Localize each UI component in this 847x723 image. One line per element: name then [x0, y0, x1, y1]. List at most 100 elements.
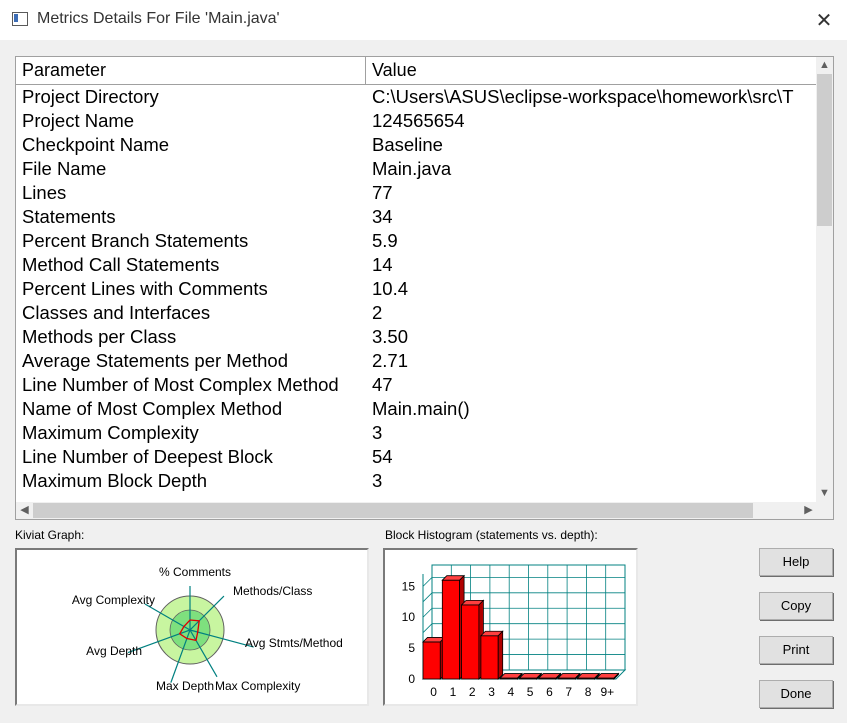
histogram-bar [595, 672, 620, 680]
table-row[interactable]: Line Number of Deepest Block 54 [16, 445, 817, 469]
kiviat-axis-label: Max Depth [156, 679, 214, 693]
value-cell: 2 [372, 302, 383, 323]
table-row[interactable]: Project Name 124565654 [16, 109, 817, 133]
close-button[interactable]: ✕ [801, 0, 847, 40]
kiviat-axis-label: Avg Complexity [72, 593, 155, 607]
parameter-cell: Line Number of Most Complex Method [22, 374, 339, 395]
kiviat-axis-label: Max Complexity [215, 679, 300, 693]
scroll-corner [816, 502, 833, 519]
scroll-down-icon[interactable]: ▼ [816, 485, 833, 502]
x-tick-label: 1 [450, 685, 457, 699]
table-row[interactable]: Lines 77 [16, 181, 817, 205]
table-row[interactable]: Classes and Interfaces 2 [16, 301, 817, 325]
table-row[interactable]: Maximum Complexity 3 [16, 421, 817, 445]
print-button[interactable]: Print [759, 636, 833, 664]
parameter-cell: Maximum Complexity [22, 422, 199, 443]
value-cell: 34 [372, 206, 393, 227]
value-cell: 10.4 [372, 278, 409, 299]
parameter-cell: Method Call Statements [22, 254, 220, 275]
column-header-value[interactable]: Value [366, 57, 817, 84]
x-tick-label: 4 [508, 685, 515, 699]
histogram-bar [479, 630, 504, 680]
parameter-cell: Percent Lines with Comments [22, 278, 268, 299]
value-cell: 124565654 [372, 110, 465, 131]
parameter-cell: Name of Most Complex Method [22, 398, 283, 419]
grid-line [422, 577, 433, 587]
value-cell: 3 [372, 470, 383, 491]
parameter-cell: Classes and Interfaces [22, 302, 211, 323]
value-cell: Main.java [372, 158, 452, 179]
table-row[interactable]: Line Number of Most Complex Method 47 [16, 373, 817, 397]
parameter-cell: Checkpoint Name [22, 134, 170, 155]
table-row[interactable]: Method Call Statements 14 [16, 253, 817, 277]
value-cell: 54 [372, 446, 393, 467]
kiviat-chart: % CommentsMethods/Class Avg Stmts/Method M… [72, 565, 343, 693]
table-row[interactable]: Project Directory C:\Users\ASUS\eclipse-w… [16, 85, 817, 109]
copy-button[interactable]: Copy [759, 592, 833, 620]
table-row[interactable]: File Name Main.java [16, 157, 817, 181]
x-tick-label: 8 [585, 685, 592, 699]
value-cell: 3.50 [372, 326, 409, 347]
block-histogram: 0 5 10 15 0 1 2 3 4 5 6 7 8 9+ [383, 548, 638, 706]
value-cell: Main.main() [372, 398, 470, 419]
table-row[interactable]: Checkpoint Name Baseline [16, 133, 817, 157]
parameter-cell: Average Statements per Method [22, 350, 289, 371]
value-cell: Baseline [372, 134, 443, 155]
parameter-cell: Project Name [22, 110, 135, 131]
scroll-right-icon[interactable]: ▶ [800, 502, 817, 519]
histogram-bar [537, 672, 562, 680]
table-row[interactable]: Percent Lines with Comments 10.4 [16, 277, 817, 301]
parameter-cell: Line Number of Deepest Block [22, 446, 273, 467]
kiviat-label: Kiviat Graph: [15, 528, 85, 542]
histogram-bar [499, 672, 523, 680]
kiviat-axis-label: % Comments [159, 565, 231, 579]
done-button[interactable]: Done [759, 680, 833, 708]
title-bar: Metrics Details For File 'Main.java' ✕ [0, 0, 847, 40]
horizontal-scroll-thumb[interactable] [33, 503, 753, 518]
vertical-scroll-thumb[interactable] [817, 74, 832, 226]
table-row[interactable]: Maximum Block Depth 3 [16, 469, 817, 493]
x-tick-label: 6 [546, 685, 553, 699]
table-row[interactable]: Statements 34 [16, 205, 817, 229]
metrics-table: Parameter Value Project Directory C:\User… [15, 56, 834, 520]
parameter-cell: Statements [22, 206, 116, 227]
table-body: Project Directory C:\Users\ASUS\eclipse-w… [16, 85, 817, 495]
window-icon [12, 12, 28, 26]
column-header-parameter[interactable]: Parameter [16, 57, 366, 84]
kiviat-axis-label: Avg Stmts/Method [245, 636, 343, 650]
grid-line [422, 592, 433, 603]
x-tick-label: 0 [430, 685, 437, 699]
histogram-bar [422, 636, 446, 680]
parameter-cell: Methods per Class [22, 326, 177, 347]
parameter-cell: Maximum Block Depth [22, 470, 208, 491]
histogram-label: Block Histogram (statements vs. depth): [385, 528, 598, 542]
table-row[interactable]: Name of Most Complex Method Main.main() [16, 397, 817, 421]
y-tick-label: 5 [408, 641, 415, 655]
table-row[interactable]: Methods per Class 3.50 [16, 325, 817, 349]
value-cell: 14 [372, 254, 393, 275]
histogram-chart: 0510150 1 2 3 4 5 6 7 8 9+ [402, 564, 627, 699]
scroll-left-icon[interactable]: ◀ [16, 502, 33, 519]
x-tick-label: 5 [527, 685, 534, 699]
grid-line [422, 623, 433, 633]
value-cell: C:\Users\ASUS\eclipse-workspace\homework… [372, 86, 794, 107]
kiviat-graph: % Comments Methods/Class Avg Stmts/Method M… [15, 548, 369, 706]
value-cell: 47 [372, 374, 393, 395]
histogram-bar [557, 672, 581, 680]
parameter-cell: Percent Branch Statements [22, 230, 249, 251]
value-cell: 5.9 [372, 230, 398, 251]
histogram-bar [518, 672, 543, 680]
window-title: Metrics Details For File 'Main.java' [37, 10, 280, 27]
grid-line [422, 607, 433, 618]
table-row[interactable]: Average Statements per Method 2.71 [16, 349, 817, 373]
y-tick-label: 0 [408, 672, 415, 686]
horizontal-scrollbar[interactable]: ◀ ▶ [16, 502, 817, 519]
x-tick-label: 2 [469, 685, 476, 699]
parameter-cell: Project Directory [22, 86, 159, 107]
table-row[interactable]: Percent Branch Statements 5.9 [16, 229, 817, 253]
help-button[interactable]: Help [759, 548, 833, 576]
scroll-up-icon[interactable]: ▲ [816, 57, 833, 74]
x-tick-label: 9+ [601, 685, 615, 699]
vertical-scrollbar[interactable]: ▲ ▼ [816, 57, 833, 502]
histogram-bar [460, 599, 485, 680]
